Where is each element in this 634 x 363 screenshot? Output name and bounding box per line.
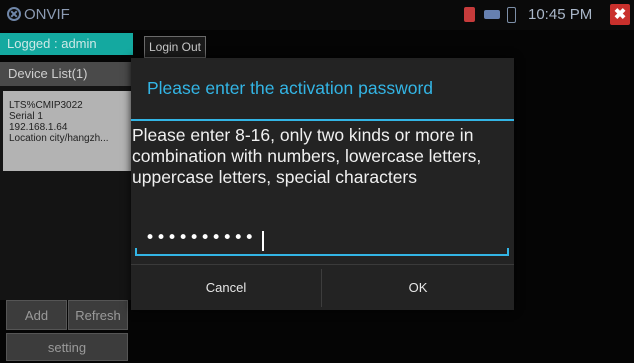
login-out-button[interactable]: Login Out xyxy=(144,36,206,58)
onvif-screen: ONVIF 10:45 PM ✖ Logged : admin Device L… xyxy=(0,0,634,363)
text-caret xyxy=(262,231,264,251)
dialog-button-bar: Cancel OK xyxy=(131,264,514,311)
dialog-title: Please enter the activation password xyxy=(147,78,433,98)
device-list-header: Device List(1) xyxy=(0,62,133,86)
app-title: ONVIF xyxy=(24,6,70,23)
refresh-button[interactable]: Refresh xyxy=(68,300,128,330)
device-list-item[interactable]: LTS%CMIP3022 Serial 1 192.168.1.64 Locat… xyxy=(3,91,133,171)
password-input[interactable]: •••••••••• xyxy=(135,226,509,256)
device-ip: 192.168.1.64 xyxy=(9,122,68,133)
add-button[interactable]: Add xyxy=(6,300,67,330)
close-icon[interactable]: ✖ xyxy=(610,4,630,25)
usb-icon xyxy=(484,10,500,19)
setting-button[interactable]: setting xyxy=(6,333,128,361)
status-bar: ONVIF 10:45 PM ✖ xyxy=(0,0,634,30)
dialog-message: Please enter 8-16, only two kinds or mor… xyxy=(132,125,482,187)
activation-password-dialog: Please enter the activation password Ple… xyxy=(131,58,514,310)
clock-time: 10:45 PM xyxy=(528,6,593,23)
device-name: LTS%CMIP3022 xyxy=(9,100,83,111)
logged-in-user-label: Logged : admin xyxy=(0,33,133,55)
password-value: •••••••••• xyxy=(145,228,256,248)
alert-icon xyxy=(464,7,475,22)
app-logo-icon xyxy=(7,7,21,21)
ok-button[interactable]: OK xyxy=(322,265,514,311)
cancel-button[interactable]: Cancel xyxy=(131,265,321,311)
device-location: Location city/hangzh... xyxy=(9,133,109,144)
device-serial: Serial 1 xyxy=(9,111,43,122)
dialog-title-divider xyxy=(131,119,514,121)
battery-icon xyxy=(507,7,516,23)
